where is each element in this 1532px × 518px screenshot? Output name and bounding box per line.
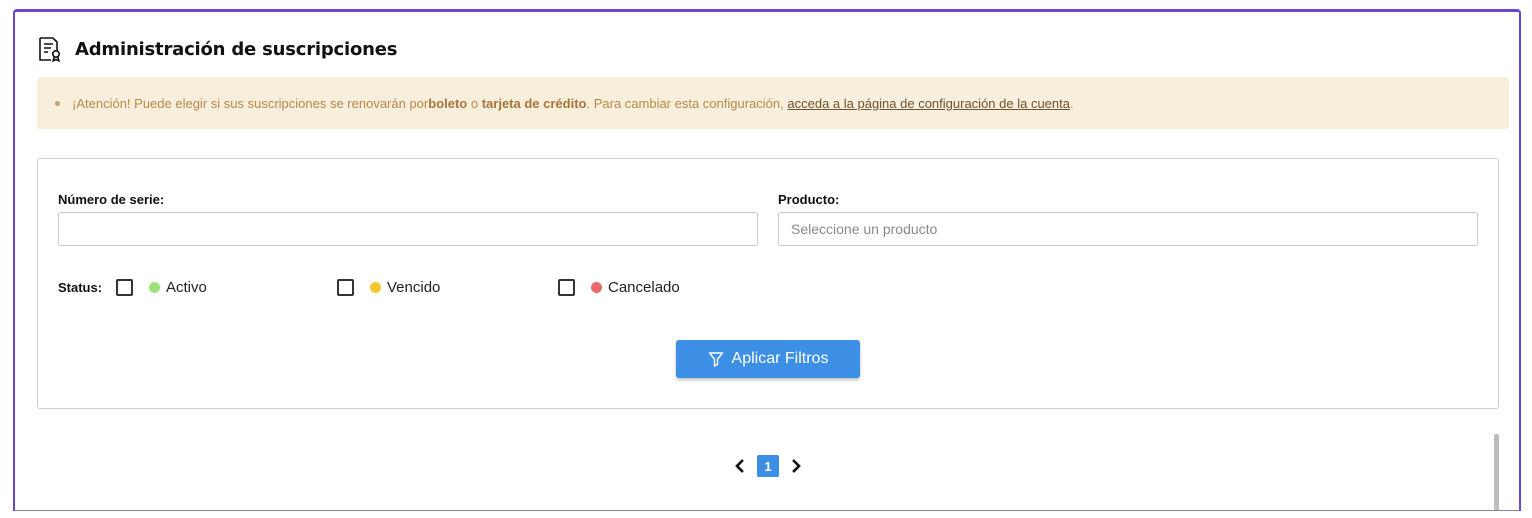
serial-number-input[interactable] [58, 212, 758, 246]
filter-icon [708, 352, 723, 367]
alert-text-prefix: ¡Atención! Puede elegir si sus suscripci… [72, 95, 429, 111]
panel-header: Administración de suscripciones [37, 34, 398, 64]
certificate-document-icon [39, 37, 61, 62]
page-title: Administración de suscripciones [75, 38, 398, 60]
cancelado-checkbox[interactable] [558, 279, 575, 296]
filters-card: Número de serie: Producto: Status: Activ… [37, 158, 1499, 409]
alert-option-credit-card: tarjeta de crédito [481, 95, 587, 111]
vencido-label: Vencido [387, 279, 441, 296]
info-alert: ¡Atención! Puede elegir si sus suscripci… [37, 77, 1509, 129]
alert-text-middle: . Para cambiar esta configuración, [586, 95, 788, 111]
activo-checkbox[interactable] [116, 279, 133, 296]
yellow-dot-icon [370, 282, 381, 293]
status-option-activo[interactable]: Activo [116, 279, 207, 296]
alert-text-suffix: . [1069, 95, 1074, 111]
page-number-button[interactable]: 1 [757, 455, 779, 477]
alert-connector: o [467, 95, 482, 111]
scrollbar[interactable] [1494, 434, 1499, 510]
status-label: Status: [58, 280, 103, 295]
green-dot-icon [149, 282, 160, 293]
account-settings-link[interactable]: acceda a la página de configuración de l… [787, 96, 1070, 111]
status-option-cancelado[interactable]: Cancelado [558, 279, 680, 296]
serial-number-label: Número de serie: [58, 192, 165, 207]
vencido-checkbox[interactable] [337, 279, 354, 296]
subscriptions-panel: Administración de suscripciones ¡Atenció… [13, 9, 1521, 511]
pagination: 1 [729, 455, 807, 477]
chevron-left-icon[interactable] [729, 456, 749, 476]
apply-filters-button[interactable]: Aplicar Filtros [676, 340, 860, 378]
alert-option-boleto: boleto [428, 95, 468, 111]
product-label: Producto: [778, 192, 840, 207]
bullet-icon [55, 100, 60, 106]
apply-filters-label: Aplicar Filtros [731, 350, 829, 367]
activo-label: Activo [166, 279, 207, 296]
chevron-right-icon[interactable] [787, 456, 807, 476]
status-option-vencido[interactable]: Vencido [337, 279, 440, 296]
product-select[interactable] [778, 212, 1478, 246]
cancelado-label: Cancelado [608, 279, 680, 296]
red-dot-icon [591, 282, 602, 293]
